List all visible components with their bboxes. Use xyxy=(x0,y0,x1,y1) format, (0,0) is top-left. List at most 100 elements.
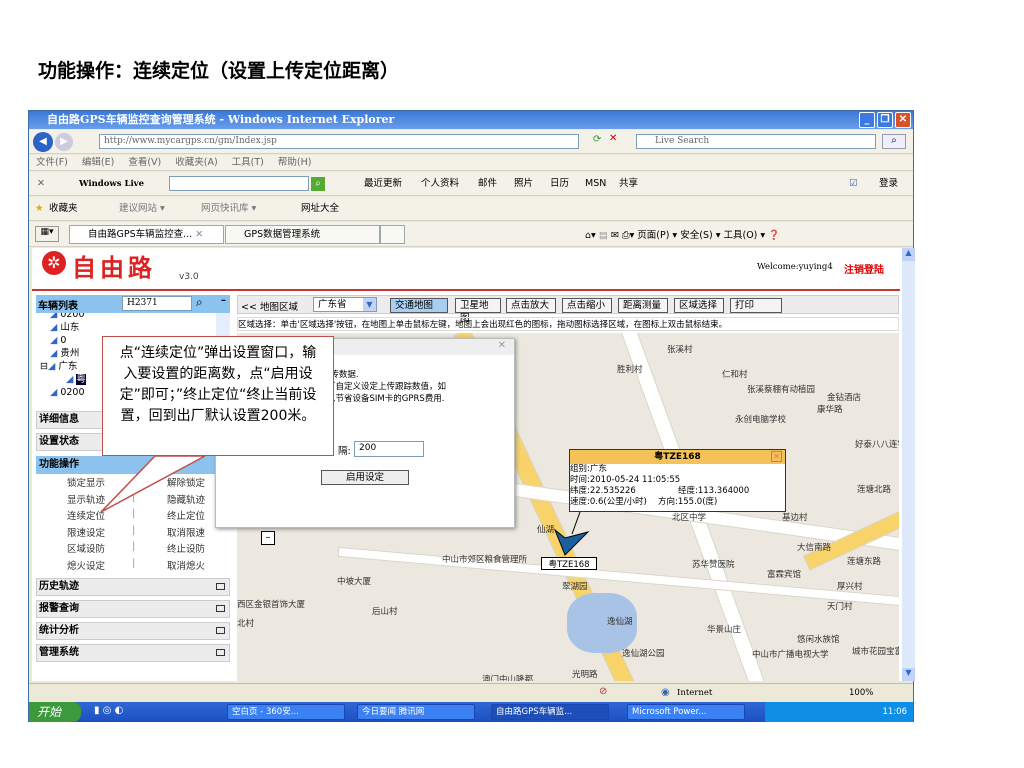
function-item[interactable]: 取消熄火 xyxy=(156,558,216,572)
refresh-icon[interactable]: ⟳ xyxy=(593,134,601,145)
expand-icon[interactable] xyxy=(216,605,225,612)
map-label: 悠闲水族馆 xyxy=(797,635,840,645)
quicklaunch-icons[interactable]: ▮ ◎ ◐ xyxy=(94,705,123,716)
vehicle-marker-icon[interactable] xyxy=(550,512,600,557)
vehicle-search-input[interactable]: H2371 xyxy=(122,296,192,311)
function-item[interactable]: 终止设防 xyxy=(156,541,216,555)
map-label: 逸仙湖 xyxy=(607,617,633,627)
zoom-level[interactable]: 100% xyxy=(849,688,873,698)
map-button[interactable]: 点击放大 xyxy=(506,298,556,313)
distance-input[interactable]: 200 xyxy=(354,441,424,457)
function-item[interactable]: 限速设定 xyxy=(56,525,116,539)
expand-icon[interactable] xyxy=(216,649,225,656)
taskbar-item[interactable]: 今日要闻 腾讯网 xyxy=(357,704,475,720)
new-tab-button[interactable] xyxy=(380,225,405,244)
tools-menu[interactable]: 工具(O) ▾ xyxy=(724,230,766,241)
signin-link[interactable]: 登录 xyxy=(879,172,898,196)
function-item[interactable]: 熄火设定 xyxy=(56,558,116,572)
map-button[interactable]: 卫星地图 xyxy=(455,298,501,324)
menu-view[interactable]: 查看(V) xyxy=(128,157,161,168)
close-button[interactable]: ✕ xyxy=(895,112,911,128)
enable-setting-button[interactable]: 启用设定 xyxy=(321,470,409,485)
tree-node[interactable]: ◢ 0200 xyxy=(50,386,86,399)
search-icon[interactable]: ⌕ xyxy=(196,295,203,310)
expand-icon[interactable] xyxy=(216,583,225,590)
map-button[interactable]: 点击缩小 xyxy=(562,298,612,313)
dialog-close-icon[interactable]: ✕ xyxy=(498,340,506,351)
live-link[interactable]: 日历 xyxy=(550,172,569,196)
section-history[interactable]: 历史轨迹 xyxy=(36,578,230,596)
map-button[interactable]: 打印 xyxy=(730,298,782,313)
logout-link[interactable]: 注销登陆 xyxy=(844,261,884,276)
province-select[interactable]: 广东省 ▼ xyxy=(313,297,377,312)
quick-tabs-icon[interactable]: ▦▾ xyxy=(35,226,59,242)
live-link[interactable]: MSN xyxy=(585,172,606,196)
tree-node-selected[interactable]: ◢ 粤 xyxy=(66,373,86,386)
tab-gps-monitor[interactable]: 自由路GPS车辆监控查... ✕ xyxy=(69,225,224,244)
page-scrollbar[interactable]: ▲ ▼ xyxy=(902,248,915,681)
maximize-button[interactable]: ❐ xyxy=(877,112,893,128)
forward-icon[interactable]: ▶ xyxy=(55,133,73,151)
favorite-link[interactable]: 网址大全 xyxy=(301,197,339,221)
map-button[interactable]: 交通地图 xyxy=(390,298,448,313)
tab-close-icon[interactable]: ✕ xyxy=(195,229,203,240)
tree-node[interactable]: ◢ 山东 xyxy=(50,321,86,334)
close-toolbar-icon[interactable]: ✕ xyxy=(37,172,45,196)
map-button[interactable]: 距离测量 xyxy=(618,298,668,313)
search-go-icon[interactable]: ⌕ xyxy=(311,177,325,191)
live-link[interactable]: 个人资料 xyxy=(421,172,459,196)
section-statistics[interactable]: 统计分析 xyxy=(36,622,230,640)
vehicle-marker-label[interactable]: 粤TZE168 xyxy=(541,557,597,570)
expand-icon[interactable] xyxy=(216,627,225,634)
back-icon[interactable]: ◀ xyxy=(33,132,53,152)
tree-node[interactable]: ◢ 贵州 xyxy=(50,347,86,360)
tab-gps-data[interactable]: GPS数据管理系统 xyxy=(225,225,380,244)
tree-node[interactable]: ◢ 0 xyxy=(50,334,86,347)
home-icon[interactable]: ⌂▾ xyxy=(585,230,596,241)
mail-icon[interactable]: ✉ xyxy=(611,230,619,241)
taskbar-item[interactable]: 自由路GPS车辆监... xyxy=(491,704,609,720)
collapse-icon[interactable]: – xyxy=(221,295,226,306)
help-icon[interactable]: ❓ xyxy=(768,230,780,241)
tree-node[interactable]: ◢ 0200 xyxy=(50,313,86,321)
menu-favorites[interactable]: 收藏夹(A) xyxy=(175,157,217,168)
section-management[interactable]: 管理系统 xyxy=(36,644,230,662)
start-button[interactable]: 开始 xyxy=(29,702,81,722)
search-icon[interactable]: ⌕ xyxy=(882,134,906,149)
section-alarms[interactable]: 报警查询 xyxy=(36,600,230,618)
live-link[interactable]: 最近更新 xyxy=(364,172,402,196)
feeds-icon[interactable]: ▤ xyxy=(599,230,608,241)
function-item[interactable]: 取消限速 xyxy=(156,525,216,539)
zone-label: Internet xyxy=(677,688,713,698)
taskbar-item[interactable]: Microsoft Power... xyxy=(627,704,745,720)
menu-edit[interactable]: 编辑(E) xyxy=(82,157,114,168)
print-icon[interactable]: ⎙▾ xyxy=(622,230,634,241)
map-region-toggle[interactable]: << 地图区域 xyxy=(241,299,298,313)
live-search-input[interactable]: Live Search xyxy=(636,134,876,149)
page-menu[interactable]: 页面(P) ▾ xyxy=(637,230,677,241)
function-item[interactable]: 区域设防 xyxy=(56,541,116,555)
favorites-button[interactable]: 收藏夹 xyxy=(49,197,78,221)
live-search-box[interactable] xyxy=(169,176,309,191)
checkbox-icon[interactable]: ☑ xyxy=(849,172,858,196)
map-button[interactable]: 区域选择 xyxy=(674,298,724,313)
popup-close-icon[interactable]: ✕ xyxy=(771,451,782,462)
menu-file[interactable]: 文件(F) xyxy=(36,157,68,168)
menu-help[interactable]: 帮助(H) xyxy=(278,157,312,168)
address-input[interactable]: http://www.mycargps.cn/gm/Index.jsp xyxy=(99,134,579,149)
hint-text: 区域选择：单击'区域选择'按钮，在地图上单击鼠标左键，地图上会出现红色的图标，拖… xyxy=(237,317,899,331)
favorite-link[interactable]: 网页快讯库 ▾ xyxy=(201,197,256,221)
zoom-out-icon[interactable]: – xyxy=(261,531,275,545)
safety-menu[interactable]: 安全(S) ▾ xyxy=(680,230,720,241)
live-link[interactable]: 邮件 xyxy=(478,172,497,196)
live-link[interactable]: 共享 xyxy=(619,172,638,196)
favorite-link[interactable]: 建议网站 ▾ xyxy=(119,197,165,221)
live-link[interactable]: 照片 xyxy=(514,172,533,196)
tree-node[interactable]: ⊟◢ 广东 xyxy=(40,360,86,373)
privacy-icon[interactable]: ⊘ xyxy=(599,686,607,697)
menu-tools[interactable]: 工具(T) xyxy=(232,157,264,168)
taskbar-item[interactable]: 空白页 - 360安... xyxy=(227,704,345,720)
window-title: 自由路GPS车辆监控查询管理系统 - Windows Internet Expl… xyxy=(47,113,395,126)
minimize-button[interactable]: _ xyxy=(859,112,875,128)
stop-icon[interactable]: ✕ xyxy=(609,133,617,144)
